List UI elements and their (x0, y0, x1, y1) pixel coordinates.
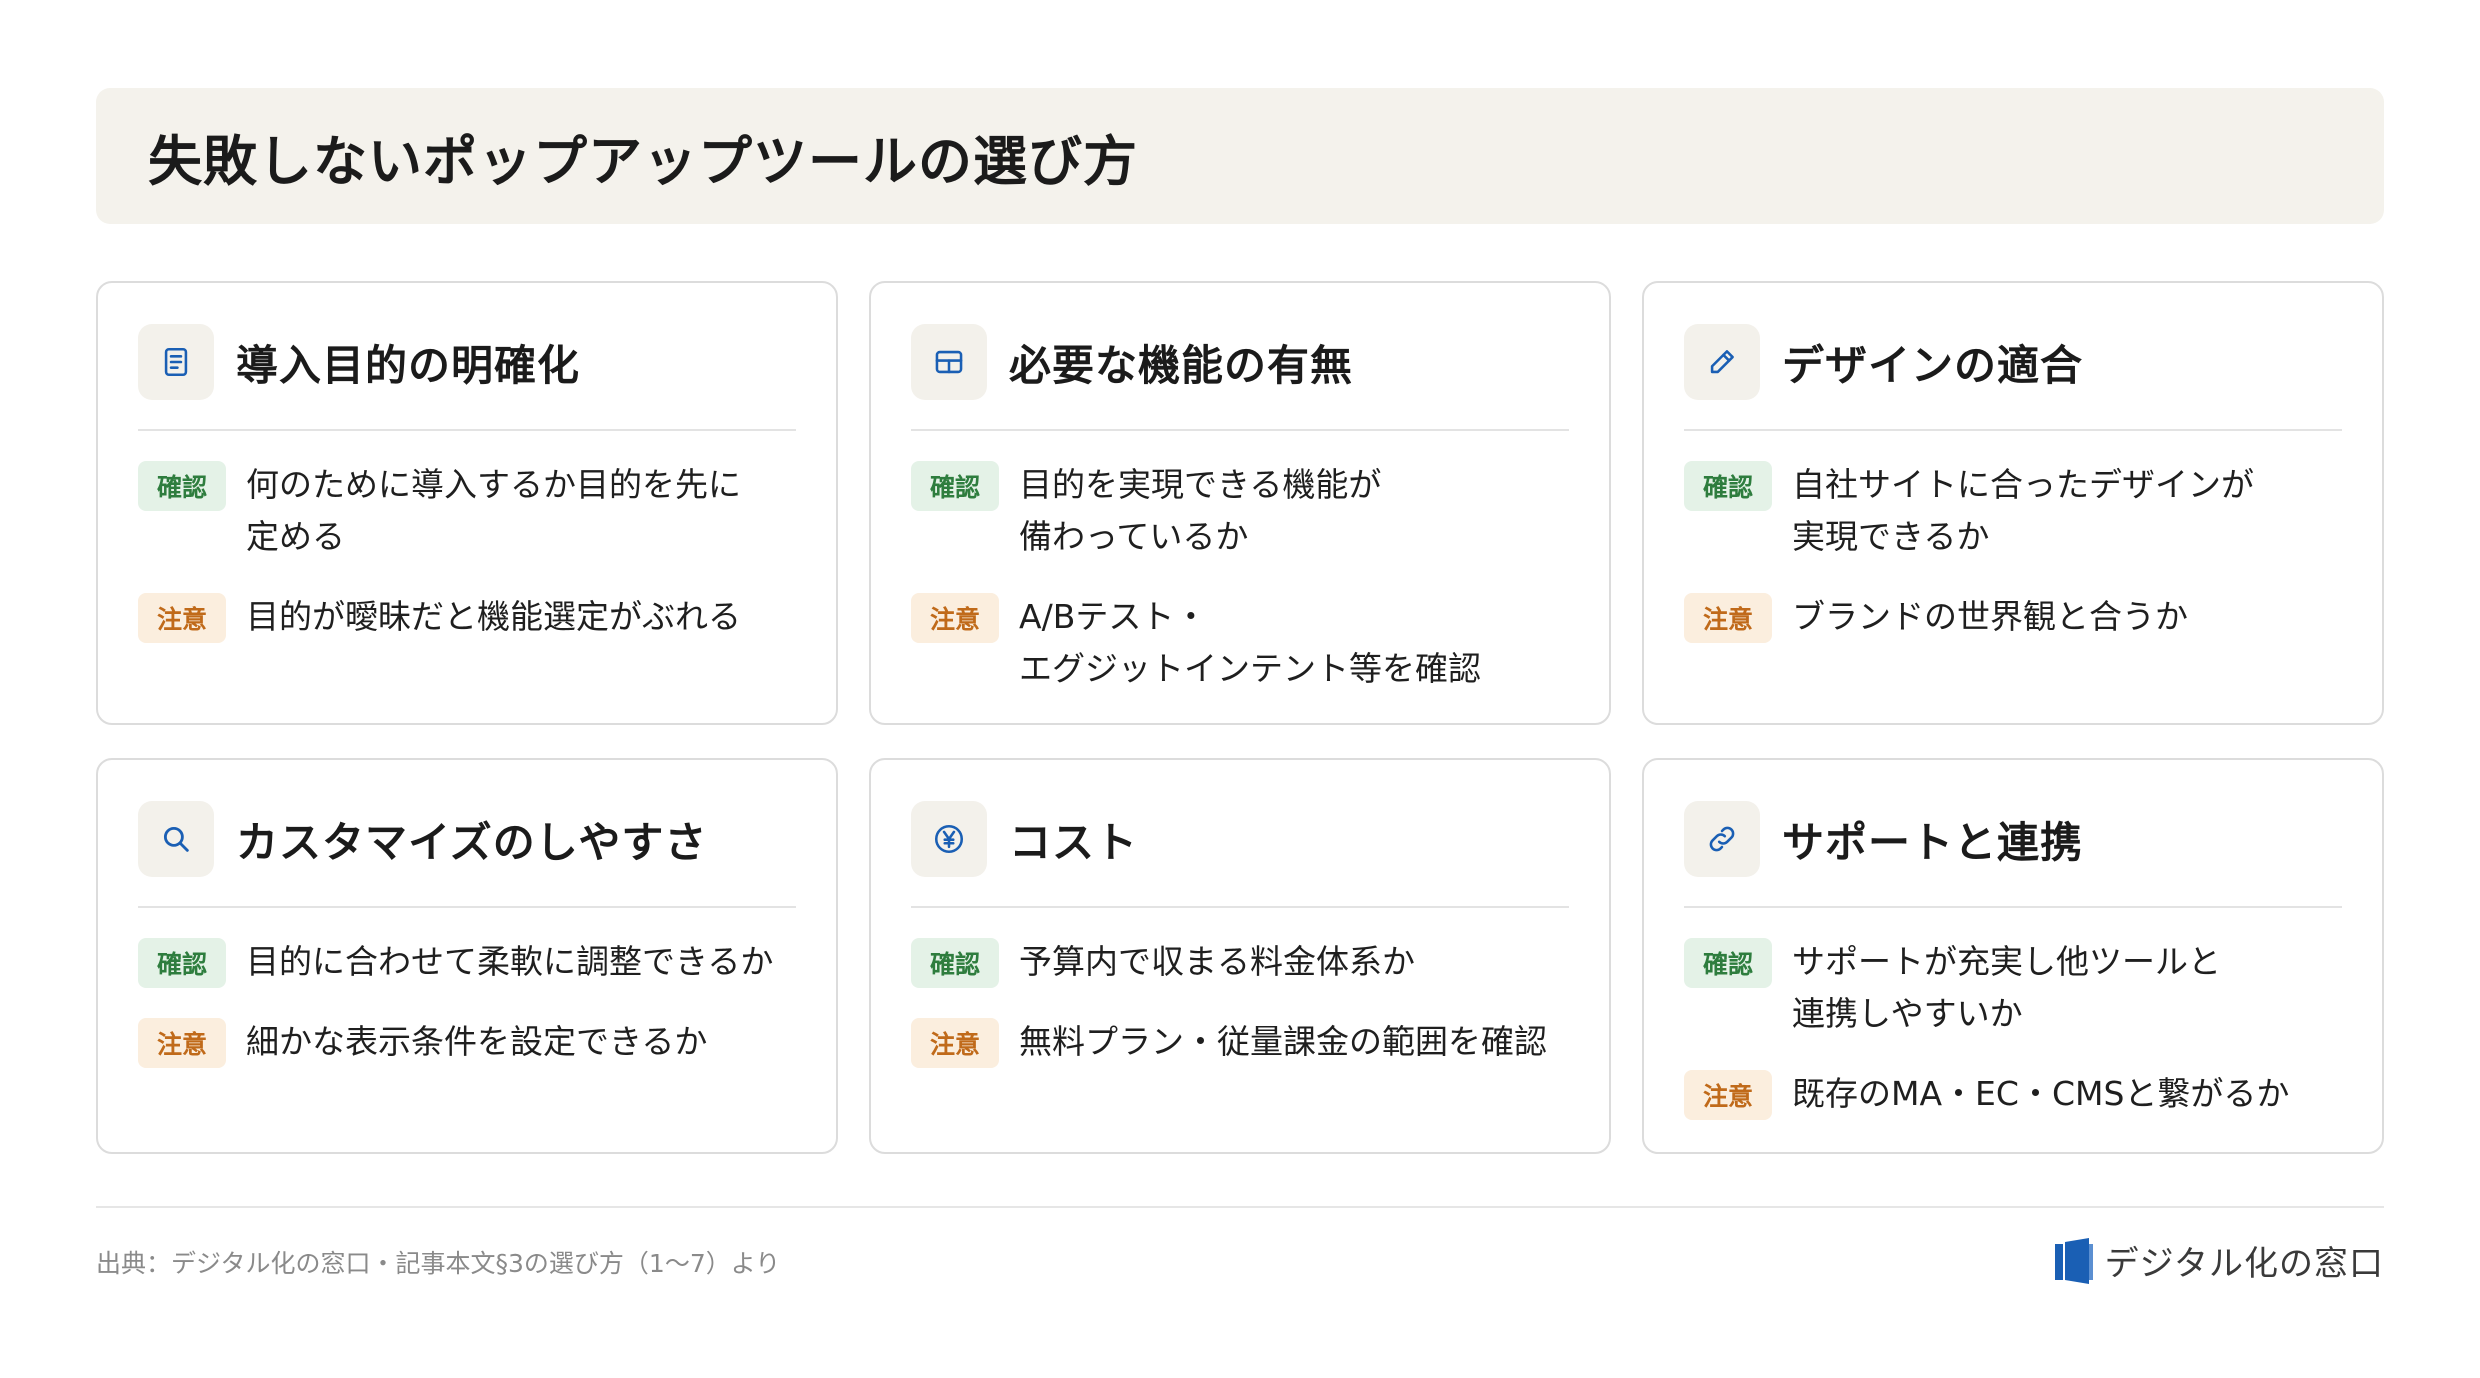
caution-text: 細かな表示条件を設定できるか (246, 1022, 708, 1061)
check-row: 確認 何のために導入するか目的を先に 定める (138, 459, 796, 563)
caution-badge: 注意 (1684, 593, 1772, 643)
window-logo-icon (2054, 1237, 2093, 1284)
card-purpose: 導入目的の明確化 確認 何のために導入するか目的を先に 定める 注意 目的が曖昧… (96, 281, 838, 725)
check-text: サポートが充実し他ツールと 連携しやすいか (1792, 942, 2221, 1033)
brand-logo: デジタル化の窓口 (2054, 1236, 2384, 1285)
document-icon (138, 324, 214, 400)
card-title: カスタマイズのしやすさ (236, 817, 708, 867)
card-header: デザインの適合 (1684, 323, 2342, 431)
card-header: コスト (911, 800, 1569, 908)
caution-row: 注意 無料プラン・従量課金の範囲を確認 (911, 1016, 1569, 1068)
caution-badge: 注意 (911, 593, 999, 643)
check-row: 確認 サポートが充実し他ツールと 連携しやすいか (1684, 936, 2342, 1040)
check-text: 目的を実現できる機能が 備わっているか (1019, 465, 1382, 556)
caution-text: 目的が曖昧だと機能選定がぶれる (246, 597, 741, 636)
card-title: 必要な機能の有無 (1009, 340, 1354, 390)
caution-text: ブランドの世界観と合うか (1792, 597, 2188, 636)
title-banner: 失敗しないポップアップツールの選び方 (96, 88, 2384, 224)
check-text: 自社サイトに合ったデザインが 実現できるか (1792, 465, 2254, 556)
caution-text: 既存のMA・EC・CMSと繋がるか (1792, 1074, 2290, 1113)
footer-divider (96, 1206, 2384, 1208)
check-badge: 確認 (138, 461, 226, 511)
check-badge: 確認 (1684, 938, 1772, 988)
card-title: デザインの適合 (1782, 340, 2084, 390)
check-row: 確認 目的を実現できる機能が 備わっているか (911, 459, 1569, 563)
check-text: 予算内で収まる料金体系か (1019, 942, 1415, 981)
check-row: 確認 予算内で収まる料金体系か (911, 936, 1569, 988)
check-badge: 確認 (911, 461, 999, 511)
card-header: 導入目的の明確化 (138, 323, 796, 431)
card-features: 必要な機能の有無 確認 目的を実現できる機能が 備わっているか 注意 A/Bテス… (869, 281, 1611, 725)
brand-name: デジタル化の窓口 (2104, 1244, 2384, 1284)
caution-badge: 注意 (911, 1018, 999, 1068)
caution-text: 無料プラン・従量課金の範囲を確認 (1019, 1022, 1547, 1061)
card-header: 必要な機能の有無 (911, 323, 1569, 431)
check-row: 確認 目的に合わせて柔軟に調整できるか (138, 936, 796, 988)
page-title: 失敗しないポップアップツールの選び方 (148, 129, 1138, 193)
check-badge: 確認 (1684, 461, 1772, 511)
check-text: 何のために導入するか目的を先に 定める (246, 465, 741, 556)
card-title: 導入目的の明確化 (236, 340, 581, 390)
card-header: カスタマイズのしやすさ (138, 800, 796, 908)
check-badge: 確認 (911, 938, 999, 988)
link-icon (1684, 801, 1760, 877)
caution-row: 注意 A/Bテスト・ エグジットインテント等を確認 (911, 591, 1569, 695)
caution-row: 注意 細かな表示条件を設定できるか (138, 1016, 796, 1068)
caution-text: A/Bテスト・ エグジットインテント等を確認 (1019, 597, 1481, 688)
search-icon (138, 801, 214, 877)
card-cost: コスト 確認 予算内で収まる料金体系か 注意 無料プラン・従量課金の範囲を確認 (869, 758, 1611, 1154)
caution-badge: 注意 (1684, 1070, 1772, 1120)
grid-icon (911, 324, 987, 400)
card-support: サポートと連携 確認 サポートが充実し他ツールと 連携しやすいか 注意 既存のM… (1642, 758, 2384, 1154)
caution-row: 注意 既存のMA・EC・CMSと繋がるか (1684, 1068, 2342, 1120)
caution-row: 注意 ブランドの世界観と合うか (1684, 591, 2342, 643)
check-row: 確認 自社サイトに合ったデザインが 実現できるか (1684, 459, 2342, 563)
pencil-icon (1684, 324, 1760, 400)
check-text: 目的に合わせて柔軟に調整できるか (246, 942, 774, 981)
yen-icon (911, 801, 987, 877)
source-note: 出典：デジタル化の窓口・記事本文§3の選び方（1〜7）より (96, 1249, 781, 1278)
card-customize: カスタマイズのしやすさ 確認 目的に合わせて柔軟に調整できるか 注意 細かな表示… (96, 758, 838, 1154)
caution-badge: 注意 (138, 593, 226, 643)
caution-row: 注意 目的が曖昧だと機能選定がぶれる (138, 591, 796, 643)
caution-badge: 注意 (138, 1018, 226, 1068)
card-grid: 導入目的の明確化 確認 何のために導入するか目的を先に 定める 注意 目的が曖昧… (96, 281, 2384, 1154)
card-title: コスト (1009, 817, 1139, 867)
card-design: デザインの適合 確認 自社サイトに合ったデザインが 実現できるか 注意 ブランド… (1642, 281, 2384, 725)
card-header: サポートと連携 (1684, 800, 2342, 908)
check-badge: 確認 (138, 938, 226, 988)
card-title: サポートと連携 (1782, 817, 2084, 867)
